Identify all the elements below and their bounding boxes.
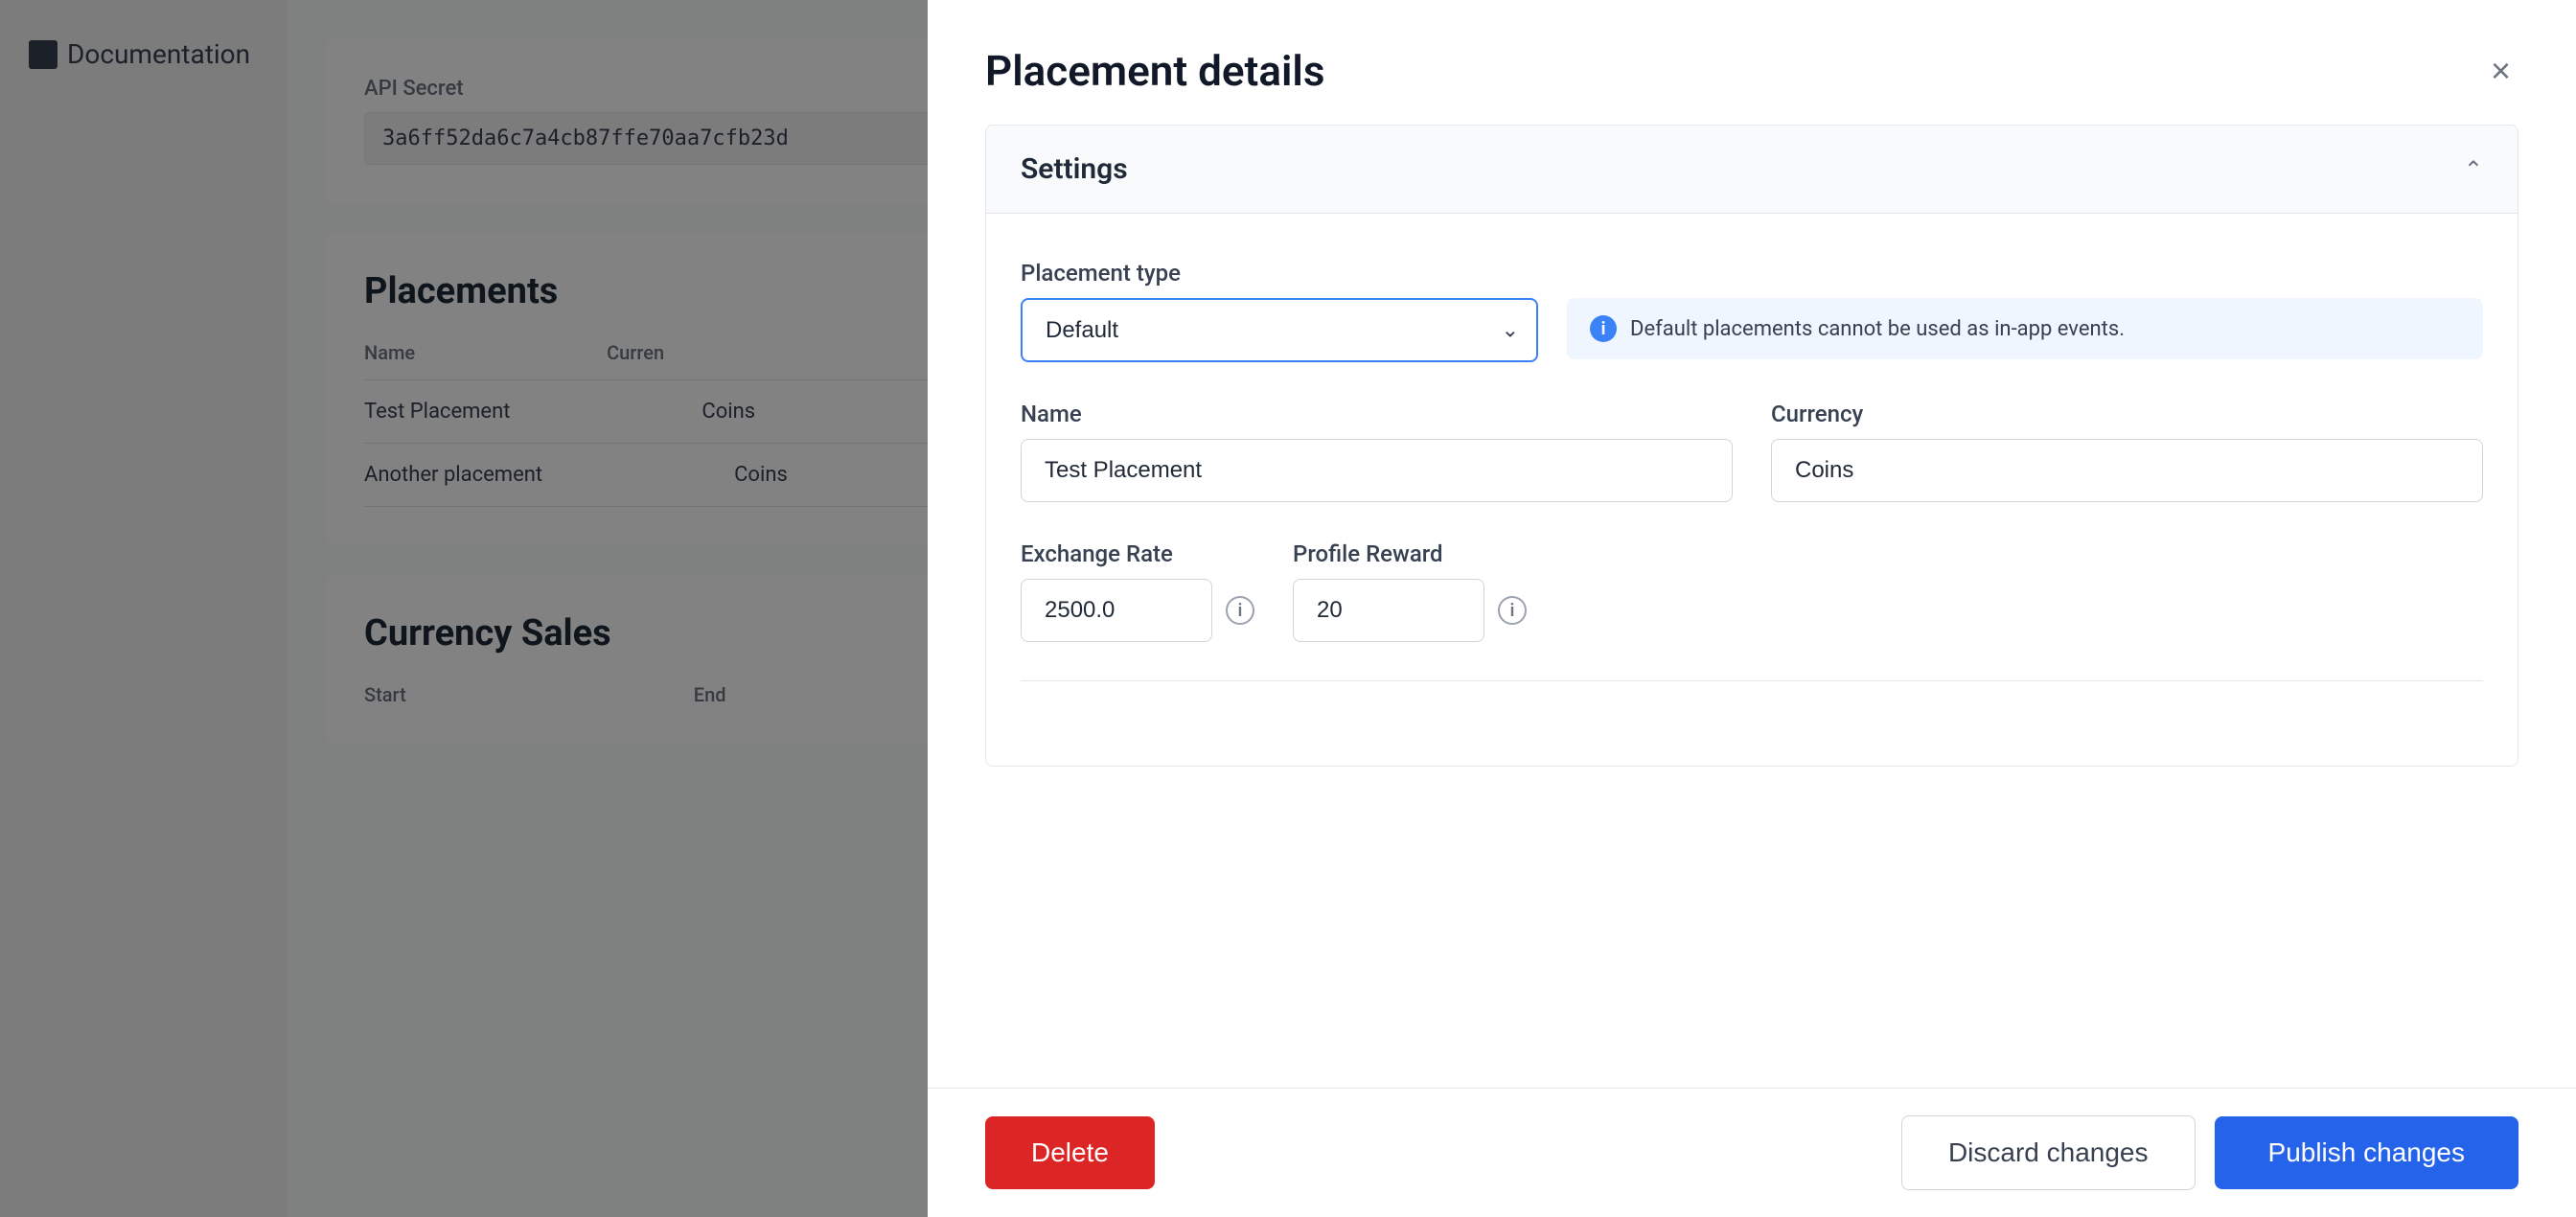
placement-type-select[interactable]: Default In-app event — [1021, 298, 1538, 362]
name-currency-row: Name Currency — [1021, 401, 2483, 502]
settings-title: Settings — [1021, 152, 1128, 186]
placement-type-select-wrapper: Default In-app event ⌄ — [1021, 298, 1538, 362]
placement-type-label: Placement type — [1021, 260, 2483, 287]
delete-button[interactable]: Delete — [985, 1116, 1155, 1189]
settings-header[interactable]: Settings ⌃ — [986, 126, 2518, 214]
footer-right-actions: Discard changes Publish changes — [1901, 1115, 2518, 1190]
modal-header: Placement details × — [928, 0, 2576, 125]
currency-field-group: Currency — [1771, 401, 2483, 502]
settings-section: Settings ⌃ Placement type Default In-app… — [985, 125, 2518, 767]
info-banner-text: Default placements cannot be used as in-… — [1630, 317, 2125, 341]
exchange-rate-info-icon[interactable]: i — [1226, 596, 1254, 625]
exchange-rate-group: Exchange Rate i — [1021, 540, 1254, 642]
profile-reward-group: Profile Reward i — [1293, 540, 1527, 642]
exchange-rate-input-group: i — [1021, 579, 1254, 642]
info-icon: i — [1590, 315, 1617, 342]
profile-reward-label: Profile Reward — [1293, 540, 1527, 567]
placement-type-info-banner: i Default placements cannot be used as i… — [1567, 298, 2483, 359]
profile-reward-input[interactable] — [1293, 579, 1484, 642]
placement-type-row: Default In-app event ⌄ i Default placeme… — [1021, 298, 2483, 362]
rate-reward-row: Exchange Rate i Profile Reward i — [1021, 540, 2483, 642]
settings-divider — [1021, 680, 2483, 681]
discard-changes-button[interactable]: Discard changes — [1901, 1115, 2196, 1190]
chevron-up-icon: ⌃ — [2464, 156, 2483, 183]
placement-details-modal: Placement details × Settings ⌃ Placement… — [928, 0, 2576, 1217]
exchange-rate-label: Exchange Rate — [1021, 540, 1254, 567]
profile-reward-input-group: i — [1293, 579, 1527, 642]
settings-body: Placement type Default In-app event ⌄ i … — [986, 214, 2518, 766]
name-label: Name — [1021, 401, 1733, 427]
profile-reward-info-icon[interactable]: i — [1498, 596, 1527, 625]
modal-footer: Delete Discard changes Publish changes — [928, 1088, 2576, 1217]
exchange-rate-input[interactable] — [1021, 579, 1212, 642]
currency-label: Currency — [1771, 401, 2483, 427]
modal-body: Settings ⌃ Placement type Default In-app… — [928, 125, 2576, 1088]
name-field-group: Name — [1021, 401, 1733, 502]
modal-title: Placement details — [985, 46, 1324, 96]
close-button[interactable]: × — [2483, 46, 2518, 96]
publish-changes-button[interactable]: Publish changes — [2215, 1116, 2518, 1189]
name-input[interactable] — [1021, 439, 1733, 502]
currency-input[interactable] — [1771, 439, 2483, 502]
